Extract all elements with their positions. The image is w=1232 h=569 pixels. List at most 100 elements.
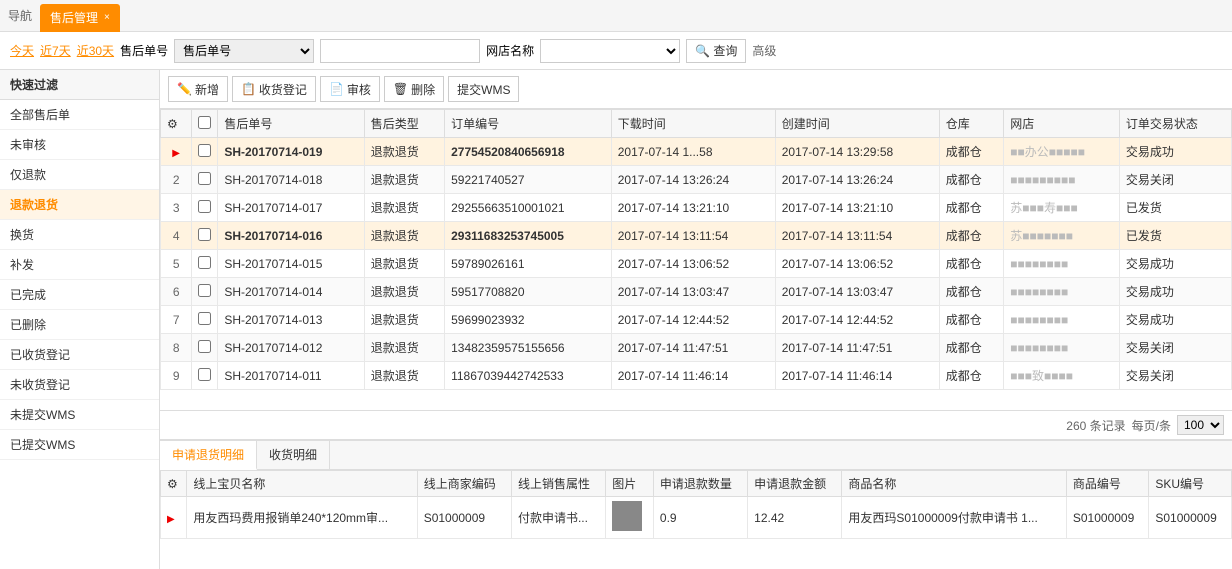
col-shop: 网店 xyxy=(1004,110,1120,138)
row-checkbox[interactable] xyxy=(198,200,211,213)
sidebar-item-received[interactable]: 已收货登记 xyxy=(0,340,159,370)
filter-text-input[interactable] xyxy=(320,39,480,63)
delete-label: 删除 xyxy=(411,81,435,98)
filter-bar: 今天 近7天 近30天 售后单号 售后单号 网店名称 🔍 查询 高级 xyxy=(0,32,1232,70)
filter-today[interactable]: 今天 xyxy=(10,42,34,59)
row-checkbox[interactable] xyxy=(198,256,211,269)
per-page-select[interactable]: 100 50 200 xyxy=(1177,415,1224,435)
trade-status: 交易成功 xyxy=(1119,250,1231,278)
close-icon[interactable]: × xyxy=(104,12,110,23)
filter-field-select[interactable]: 售后单号 xyxy=(174,39,314,63)
bottom-col-gear[interactable]: ⚙ xyxy=(161,471,187,497)
main-table-container: ⚙ 售后单号 售后类型 订单编号 下载时间 创建时间 仓库 网店 订单交易状态 … xyxy=(160,109,1232,410)
toolbar: ✏️ 新增 📋 收货登记 📄 审核 🗑 删除 提交WMS xyxy=(160,70,1232,109)
sidebar-item-resend[interactable]: 补发 xyxy=(0,250,159,280)
sidebar-item-wms-submitted[interactable]: 已提交WMS xyxy=(0,430,159,460)
sidebar-item-not-received[interactable]: 未收货登记 xyxy=(0,370,159,400)
create-time: 2017-07-14 13:26:24 xyxy=(775,166,939,194)
col-create-time: 创建时间 xyxy=(775,110,939,138)
row-checkbox[interactable] xyxy=(198,312,211,325)
bottom-table-row[interactable]: ▶用友西玛费用报销单240*120mm审...S01000009付款申请书...… xyxy=(161,497,1232,539)
sidebar-item-not-wms[interactable]: 未提交WMS xyxy=(0,400,159,430)
delete-button[interactable]: 🗑 删除 xyxy=(384,76,444,102)
table-row[interactable]: 5SH-20170714-015退款退货597890261612017-07-1… xyxy=(161,250,1232,278)
sidebar-item-refund-return[interactable]: 退款退货 xyxy=(0,190,159,220)
table-row[interactable]: 9SH-20170714-011退款退货11867039442742533201… xyxy=(161,362,1232,390)
download-time: 2017-07-14 13:06:52 xyxy=(611,250,775,278)
sidebar-item-all[interactable]: 全部售后单 xyxy=(0,100,159,130)
row-number: 4 xyxy=(161,222,192,250)
wms-button[interactable]: 提交WMS xyxy=(448,76,519,102)
row-number: 6 xyxy=(161,278,192,306)
sidebar-item-deleted[interactable]: 已删除 xyxy=(0,310,159,340)
row-number: 8 xyxy=(161,334,192,362)
row-number: 3 xyxy=(161,194,192,222)
add-button[interactable]: ✏️ 新增 xyxy=(168,76,228,102)
table-row[interactable]: ▶SH-20170714-019退款退货27754520840656918201… xyxy=(161,138,1232,166)
row-arrow-icon: ▶ xyxy=(172,148,180,159)
filter-field-label: 售后单号 xyxy=(120,42,168,59)
download-time: 2017-07-14 12:44:52 xyxy=(611,306,775,334)
add-label: 新增 xyxy=(195,81,219,98)
trade-status: 交易成功 xyxy=(1119,138,1231,166)
row-checkbox[interactable] xyxy=(198,340,211,353)
bottom-pcode: S01000009 xyxy=(1066,497,1149,539)
row-checkbox[interactable] xyxy=(198,172,211,185)
sidebar-item-exchange[interactable]: 换货 xyxy=(0,220,159,250)
col-download-time: 下载时间 xyxy=(611,110,775,138)
record-count: 260 条记录 xyxy=(1066,417,1125,434)
shop: ■■■致■■■■ xyxy=(1004,362,1120,390)
download-time: 2017-07-14 1...58 xyxy=(611,138,775,166)
aftersale-id: SH-20170714-017 xyxy=(218,194,364,222)
query-label: 查询 xyxy=(713,44,737,58)
row-checkbox[interactable] xyxy=(198,284,211,297)
receive-button[interactable]: 📋 收货登记 xyxy=(232,76,316,102)
bottom-pname: 用友西玛S01000009付款申请书 1... xyxy=(842,497,1066,539)
sidebar-item-completed[interactable]: 已完成 xyxy=(0,280,159,310)
table-row[interactable]: 6SH-20170714-014退款退货595177088202017-07-1… xyxy=(161,278,1232,306)
per-page-label: 每页/条 xyxy=(1132,417,1171,434)
table-row[interactable]: 4SH-20170714-016退款退货29311683253745005201… xyxy=(161,222,1232,250)
table-row[interactable]: 8SH-20170714-012退款退货13482359575155656201… xyxy=(161,334,1232,362)
warehouse: 成都仓 xyxy=(939,334,1004,362)
row-number: 2 xyxy=(161,166,192,194)
table-row[interactable]: 7SH-20170714-013退款退货596990239322017-07-1… xyxy=(161,306,1232,334)
warehouse: 成都仓 xyxy=(939,362,1004,390)
bottom-col-amount: 申请退款金额 xyxy=(748,471,842,497)
advanced-button[interactable]: 高级 xyxy=(752,42,776,59)
col-checkbox[interactable] xyxy=(192,110,218,138)
warehouse: 成都仓 xyxy=(939,278,1004,306)
bottom-col-qty: 申请退款数量 xyxy=(653,471,747,497)
filter-shop-select[interactable] xyxy=(540,39,680,63)
filter-last30[interactable]: 近30天 xyxy=(77,42,114,59)
sidebar-item-unaudited[interactable]: 未审核 xyxy=(0,130,159,160)
create-time: 2017-07-14 11:47:51 xyxy=(775,334,939,362)
sidebar-item-refund-only[interactable]: 仅退款 xyxy=(0,160,159,190)
row-checkbox-cell xyxy=(192,194,218,222)
col-gear[interactable]: ⚙ xyxy=(161,110,192,138)
query-button[interactable]: 🔍 查询 xyxy=(686,39,746,63)
bottom-col-name: 线上宝贝名称 xyxy=(187,471,417,497)
table-row[interactable]: 2SH-20170714-018退款退货592217405272017-07-1… xyxy=(161,166,1232,194)
order-id: 11867039442742533 xyxy=(445,362,612,390)
tab-refund-detail[interactable]: 申请退货明细 xyxy=(160,441,257,470)
shop: ■■■■■■■■ xyxy=(1004,250,1120,278)
tab-receive-detail[interactable]: 收货明细 xyxy=(257,441,330,469)
row-checkbox[interactable] xyxy=(198,228,211,241)
row-checkbox[interactable] xyxy=(198,144,211,157)
bottom-product-name: 用友西玛费用报销单240*120mm审... xyxy=(187,497,417,539)
aftersale-type: 退款退货 xyxy=(364,166,444,194)
row-checkbox-cell xyxy=(192,306,218,334)
row-checkbox-cell xyxy=(192,362,218,390)
audit-button[interactable]: 📄 审核 xyxy=(320,76,380,102)
select-all-checkbox[interactable] xyxy=(198,116,211,129)
row-checkbox[interactable] xyxy=(198,368,211,381)
table-row[interactable]: 3SH-20170714-017退款退货29255663510001021201… xyxy=(161,194,1232,222)
row-number: 5 xyxy=(161,250,192,278)
row-checkbox-cell xyxy=(192,334,218,362)
aftersale-id: SH-20170714-014 xyxy=(218,278,364,306)
nav-tab-aftersale[interactable]: 售后管理 × xyxy=(40,4,120,32)
filter-last7[interactable]: 近7天 xyxy=(40,42,71,59)
col-type: 售后类型 xyxy=(364,110,444,138)
shop: ■■办公■■■■■ xyxy=(1004,138,1120,166)
